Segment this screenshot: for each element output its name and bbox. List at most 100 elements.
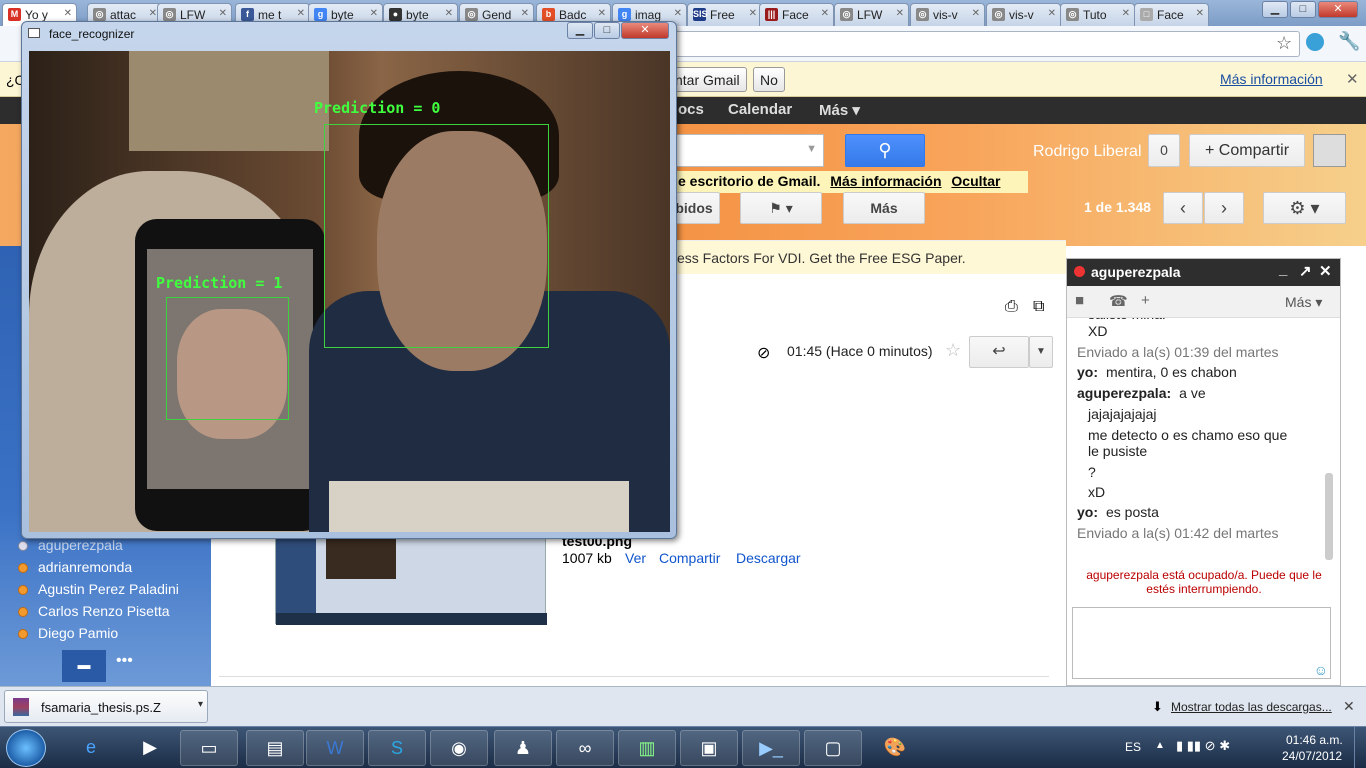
tab-close-icon[interactable]: ✕ bbox=[297, 8, 305, 19]
contact-item[interactable]: adrianremonda bbox=[18, 559, 132, 575]
minimize-button[interactable]: ▁ bbox=[567, 22, 593, 39]
avatar[interactable] bbox=[1313, 134, 1346, 167]
chat-more-button[interactable]: Más ▾ bbox=[1285, 294, 1322, 311]
word-icon[interactable]: W bbox=[306, 730, 364, 766]
maximize-button[interactable]: □ bbox=[594, 22, 620, 39]
chevron-down-icon[interactable]: ▼ bbox=[806, 143, 817, 155]
tab-close-icon[interactable]: ✕ bbox=[972, 8, 980, 19]
address-bar[interactable] bbox=[660, 31, 1300, 57]
contact-item[interactable]: Diego Pamio bbox=[18, 625, 118, 641]
paint-icon[interactable]: 🎨 bbox=[866, 730, 924, 766]
tab-close-icon[interactable]: ✕ bbox=[598, 8, 606, 19]
tab-close-icon[interactable]: ✕ bbox=[445, 8, 453, 19]
chevron-down-icon[interactable]: ▾ bbox=[198, 699, 203, 710]
tab-close-icon[interactable]: ✕ bbox=[64, 8, 72, 19]
ie-icon[interactable]: e bbox=[62, 730, 120, 766]
close-button[interactable]: ✕ bbox=[1318, 1, 1358, 18]
labels-button[interactable]: ⚑ ▾ bbox=[740, 192, 822, 224]
powershell-icon[interactable]: ▶_ bbox=[742, 730, 800, 766]
add-person-icon[interactable]: + bbox=[1141, 292, 1150, 309]
chrome-icon[interactable]: ◉ bbox=[430, 730, 488, 766]
nav-more[interactable]: Más ▾ bbox=[819, 101, 860, 119]
visual-studio-icon[interactable]: ∞ bbox=[556, 730, 614, 766]
tab-close-icon[interactable]: ✕ bbox=[821, 8, 829, 19]
browser-tab[interactable]: ||| Face ✕ bbox=[759, 3, 834, 26]
reply-button[interactable]: ↩ bbox=[969, 336, 1029, 368]
notepad-icon[interactable]: ▤ bbox=[246, 730, 304, 766]
minimize-button[interactable]: ▁ bbox=[1262, 1, 1288, 18]
chat-scrollbar[interactable] bbox=[1325, 473, 1333, 560]
close-button[interactable]: ✕ bbox=[621, 22, 669, 39]
attachment-download-link[interactable]: Descargar bbox=[736, 550, 801, 566]
next-page-button[interactable]: › bbox=[1204, 192, 1244, 224]
phone-icon[interactable]: ☎ bbox=[1109, 292, 1128, 310]
desktop-hide-link[interactable]: Ocultar bbox=[951, 173, 1000, 189]
tab-close-icon[interactable]: ✕ bbox=[219, 8, 227, 19]
start-button[interactable] bbox=[6, 729, 46, 767]
popout-icon[interactable]: ↗ bbox=[1299, 262, 1312, 280]
extension-icon[interactable] bbox=[1306, 33, 1324, 51]
more-actions-button[interactable]: Más bbox=[843, 192, 925, 224]
ad-text[interactable]: ess Factors For VDI. Get the Free ESG Pa… bbox=[677, 250, 966, 266]
skype-icon[interactable]: S bbox=[368, 730, 426, 766]
user-name[interactable]: Rodrigo Liberal bbox=[1033, 143, 1142, 161]
image-viewer-icon[interactable]: ▣ bbox=[680, 730, 738, 766]
settings-button[interactable]: ⚙ ▾ bbox=[1263, 192, 1346, 224]
tab-close-icon[interactable]: ✕ bbox=[1196, 8, 1204, 19]
tab-close-icon[interactable]: ✕ bbox=[674, 8, 682, 19]
chat-icon[interactable]: ▬ bbox=[62, 650, 106, 682]
clock-time[interactable]: 01:46 a.m. bbox=[1286, 733, 1343, 747]
download-item[interactable]: fsamaria_thesis.ps.Z ▾ bbox=[4, 690, 208, 723]
share-button[interactable]: + Compartir bbox=[1189, 134, 1305, 167]
tab-close-icon[interactable]: ✕ bbox=[521, 8, 529, 19]
star-icon[interactable]: ☆ bbox=[1276, 33, 1292, 54]
browser-tab[interactable]: ◎ LFW ✕ bbox=[834, 3, 909, 26]
chat-header[interactable]: aguperezpala _ ↗ ✕ bbox=[1067, 259, 1340, 286]
install-gmail-button[interactable]: ntar Gmail bbox=[668, 67, 747, 92]
more-icon[interactable]: ••• bbox=[116, 652, 133, 670]
search-button[interactable]: ⚲ bbox=[845, 134, 925, 167]
contact-item[interactable]: Agustin Perez Paladini bbox=[18, 581, 179, 597]
star-icon[interactable]: ☆ bbox=[945, 340, 961, 361]
browser-tab[interactable]: SIS Free ✕ bbox=[687, 3, 762, 26]
prev-page-button[interactable]: ‹ bbox=[1163, 192, 1203, 224]
tab-close-icon[interactable]: ✕ bbox=[370, 8, 378, 19]
contact-item[interactable]: aguperezpala bbox=[18, 537, 123, 553]
tab-close-icon[interactable]: ✕ bbox=[896, 8, 904, 19]
desktop-more-link[interactable]: Más información bbox=[830, 173, 941, 189]
tab-close-icon[interactable]: ✕ bbox=[149, 8, 157, 19]
tray-icons[interactable]: ▮ ▮▮ ⊘ ✱ bbox=[1176, 738, 1230, 754]
wrench-icon[interactable]: 🔧 bbox=[1338, 31, 1360, 52]
show-all-downloads-link[interactable]: Mostrar todas las descargas... bbox=[1171, 700, 1332, 714]
video-icon[interactable]: ■ bbox=[1075, 292, 1084, 309]
show-desktop-button[interactable] bbox=[1354, 727, 1366, 768]
attachment-thumbnail[interactable] bbox=[275, 532, 547, 625]
new-window-icon[interactable]: ⧉ bbox=[1033, 298, 1044, 316]
search-input[interactable]: ▼ bbox=[676, 134, 824, 167]
close-icon[interactable]: ✕ bbox=[1346, 70, 1359, 88]
print-icon[interactable]: ⎙ bbox=[1005, 298, 1018, 316]
attachment-share-link[interactable]: Compartir bbox=[659, 550, 720, 566]
texmaker-icon[interactable]: ▥ bbox=[618, 730, 676, 766]
nav-docs[interactable]: ocs bbox=[678, 101, 704, 118]
reply-more-button[interactable]: ▼ bbox=[1029, 336, 1053, 368]
tab-close-icon[interactable]: ✕ bbox=[1048, 8, 1056, 19]
tab-close-icon[interactable]: ✕ bbox=[749, 8, 757, 19]
attachment-view-link[interactable]: Ver bbox=[625, 550, 646, 566]
emoji-icon[interactable]: ☺ bbox=[1314, 662, 1328, 678]
more-info-link[interactable]: Más información bbox=[1220, 71, 1323, 87]
chat-input[interactable]: ☺ bbox=[1072, 607, 1331, 679]
messenger-icon[interactable]: ♟ bbox=[494, 730, 552, 766]
notification-count[interactable]: 0 bbox=[1148, 134, 1180, 167]
close-icon[interactable]: ✕ bbox=[1343, 698, 1355, 715]
clock-date[interactable]: 24/07/2012 bbox=[1282, 749, 1342, 763]
browser-tab[interactable]: ◎ vis-v ✕ bbox=[986, 3, 1061, 26]
contact-item[interactable]: Carlos Renzo Pisetta bbox=[18, 603, 170, 619]
no-button[interactable]: No bbox=[753, 67, 785, 92]
explorer-icon[interactable]: ▭ bbox=[180, 730, 238, 766]
browser-tab[interactable]: ◎ vis-v ✕ bbox=[910, 3, 985, 26]
language-indicator[interactable]: ES bbox=[1125, 740, 1141, 754]
nav-calendar[interactable]: Calendar bbox=[728, 101, 792, 118]
face-recognizer-taskbar-icon[interactable]: ▢ bbox=[804, 730, 862, 766]
tray-expand-icon[interactable]: ▲ bbox=[1155, 740, 1165, 751]
